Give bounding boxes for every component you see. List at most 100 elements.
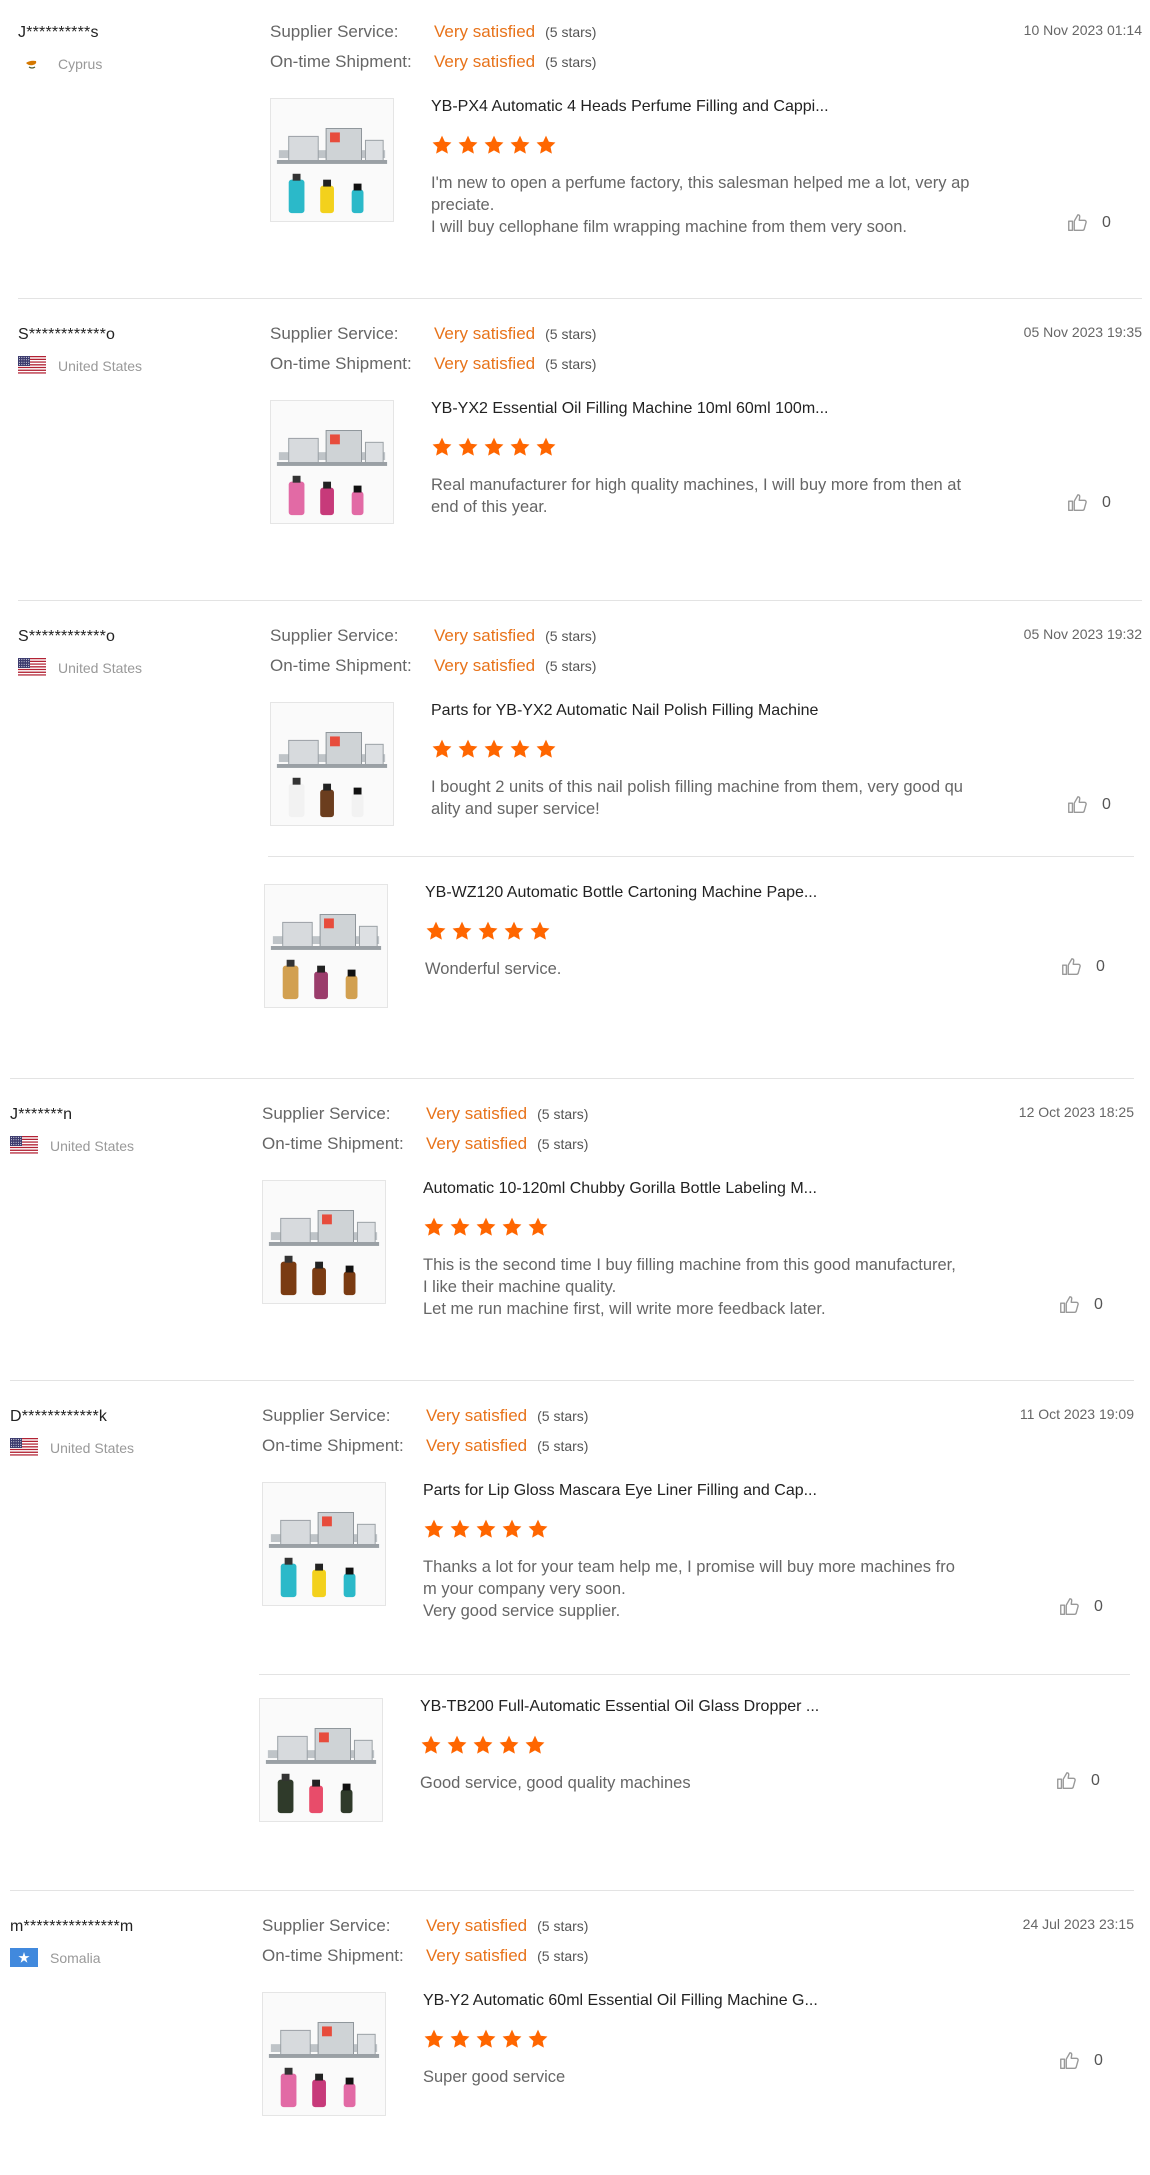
rating-label: Supplier Service: bbox=[270, 626, 399, 645]
comment-line: m your company very soon. bbox=[423, 1580, 626, 1598]
us-flag-icon bbox=[10, 1438, 38, 1458]
star-icon bbox=[528, 1217, 548, 1236]
product-title-link[interactable]: YB-YX2 Essential Oil Filling Machine 10m… bbox=[431, 400, 829, 418]
star-icon bbox=[450, 1217, 470, 1236]
comment-line: Wonderful service. bbox=[425, 960, 562, 978]
review-comment: I bought 2 units of this nail polish fil… bbox=[431, 776, 1001, 820]
like-button[interactable]: 0 bbox=[1060, 956, 1105, 978]
like-button[interactable]: 0 bbox=[1058, 1294, 1103, 1316]
supplier-service-rating: Supplier Service: Very satisfied (5 stars) bbox=[270, 22, 596, 42]
review-date: 24 Jul 2023 23:15 bbox=[1022, 1916, 1134, 1932]
product-star-rating bbox=[423, 1518, 549, 1540]
review-comment: Thanks a lot for your team help me, I pr… bbox=[423, 1556, 993, 1622]
rating-value: Very satisfied bbox=[426, 1946, 528, 1965]
rating-value: Very satisfied bbox=[434, 52, 536, 71]
product-image[interactable] bbox=[259, 1698, 383, 1822]
product-star-rating bbox=[431, 134, 557, 156]
product-image[interactable] bbox=[270, 400, 394, 524]
country-label: Somalia bbox=[50, 1949, 101, 1966]
star-icon bbox=[499, 1735, 519, 1754]
review-divider bbox=[10, 1078, 1134, 1079]
product-title-link[interactable]: Parts for YB-YX2 Automatic Nail Polish F… bbox=[431, 702, 818, 720]
country-label: United States bbox=[50, 1137, 135, 1154]
product-image[interactable] bbox=[264, 884, 388, 1008]
star-icon bbox=[476, 2029, 496, 2048]
product-title-link[interactable]: Automatic 10-120ml Chubby Gorilla Bottle… bbox=[423, 1180, 817, 1198]
rating-stars-count: (5 stars) bbox=[545, 24, 597, 40]
star-icon bbox=[476, 1217, 496, 1236]
like-count: 0 bbox=[1094, 1598, 1103, 1615]
review-divider bbox=[10, 1380, 1134, 1381]
like-button[interactable]: 0 bbox=[1066, 492, 1111, 514]
country-label: United States bbox=[50, 1439, 135, 1456]
review-comment: Real manufacturer for high quality machi… bbox=[431, 474, 1001, 518]
review-comment: Super good service bbox=[423, 2066, 993, 2088]
review-divider bbox=[18, 298, 1142, 299]
like-button[interactable]: 0 bbox=[1066, 212, 1111, 234]
product-star-rating bbox=[423, 1216, 549, 1238]
star-icon bbox=[424, 2029, 444, 2048]
product-title-link[interactable]: YB-Y2 Automatic 60ml Essential Oil Filli… bbox=[423, 1992, 818, 2010]
thumbs-up-icon bbox=[1060, 956, 1096, 978]
rating-value: Very satisfied bbox=[426, 1916, 528, 1935]
product-title-link[interactable]: YB-WZ120 Automatic Bottle Cartoning Mach… bbox=[425, 884, 817, 902]
product-image[interactable] bbox=[262, 1180, 386, 1304]
product-image[interactable] bbox=[262, 1992, 386, 2116]
reviewer-name: J**********s bbox=[18, 24, 99, 41]
review-comment: This is the second time I buy filling ma… bbox=[423, 1254, 993, 1320]
like-button[interactable]: 0 bbox=[1055, 1770, 1100, 1792]
reviewer-name: m***************m bbox=[10, 1918, 134, 1935]
product-star-rating bbox=[423, 2028, 549, 2050]
product-image[interactable] bbox=[270, 702, 394, 826]
review-card: J*******n United States Supplier Service: V… bbox=[0, 1082, 1150, 1380]
rating-stars-count: (5 stars) bbox=[545, 326, 597, 342]
supplier-service-rating: Supplier Service: Very satisfied (5 stars) bbox=[262, 1104, 588, 1124]
rating-value: Very satisfied bbox=[426, 1406, 528, 1425]
like-button[interactable]: 0 bbox=[1058, 2050, 1103, 2072]
star-icon bbox=[478, 921, 498, 940]
star-icon bbox=[502, 2029, 522, 2048]
product-title-link[interactable]: YB-TB200 Full-Automatic Essential Oil Gl… bbox=[420, 1698, 819, 1716]
reviewer-name: S************o bbox=[18, 628, 116, 645]
product-title-link[interactable]: YB-PX4 Automatic 4 Heads Perfume Filling… bbox=[431, 98, 829, 116]
like-button[interactable]: 0 bbox=[1058, 1596, 1103, 1618]
rating-stars-count: (5 stars) bbox=[537, 1438, 589, 1454]
star-icon bbox=[473, 1735, 493, 1754]
rating-stars-count: (5 stars) bbox=[537, 1106, 589, 1122]
product-image[interactable] bbox=[270, 98, 394, 222]
comment-line: I will buy cellophane film wrapping mach… bbox=[431, 218, 907, 236]
star-icon bbox=[447, 1735, 467, 1754]
us-flag-icon bbox=[18, 658, 46, 678]
star-icon bbox=[452, 921, 472, 940]
star-icon bbox=[510, 739, 530, 758]
ontime-shipment-rating: On-time Shipment: Very satisfied (5 stars) bbox=[262, 1946, 588, 1966]
star-icon bbox=[525, 1735, 545, 1754]
country-label: Cyprus bbox=[58, 55, 103, 72]
ontime-shipment-rating: On-time Shipment: Very satisfied (5 stars) bbox=[270, 354, 596, 374]
thumbs-up-icon bbox=[1066, 492, 1102, 514]
rating-label: Supplier Service: bbox=[270, 324, 399, 343]
star-icon bbox=[528, 2029, 548, 2048]
reviewer-country: Cyprus bbox=[18, 54, 102, 73]
rating-label: On-time Shipment: bbox=[262, 1436, 404, 1455]
country-label: United States bbox=[58, 659, 143, 676]
comment-line: Thanks a lot for your team help me, I pr… bbox=[423, 1558, 955, 1576]
product-title-link[interactable]: Parts for Lip Gloss Mascara Eye Liner Fi… bbox=[423, 1482, 817, 1500]
rating-label: Supplier Service: bbox=[270, 22, 399, 41]
star-icon bbox=[504, 921, 524, 940]
product-image[interactable] bbox=[262, 1482, 386, 1606]
comment-line: end of this year. bbox=[431, 498, 548, 516]
review-divider bbox=[18, 600, 1142, 601]
us-flag-icon bbox=[18, 356, 46, 376]
thumbs-up-icon bbox=[1066, 212, 1102, 234]
reviewer-country: United States bbox=[10, 1438, 135, 1458]
like-count: 0 bbox=[1094, 2052, 1103, 2069]
rating-label: On-time Shipment: bbox=[262, 1946, 404, 1965]
reviewer-name: D************k bbox=[10, 1408, 108, 1425]
reviews-list: J**********s Cyprus Supplier Service: Very … bbox=[0, 0, 1150, 2175]
star-icon bbox=[421, 1735, 441, 1754]
like-button[interactable]: 0 bbox=[1066, 794, 1111, 816]
rating-value: Very satisfied bbox=[434, 626, 536, 645]
star-icon bbox=[536, 437, 556, 456]
ontime-shipment-rating: On-time Shipment: Very satisfied (5 stars) bbox=[262, 1436, 588, 1456]
